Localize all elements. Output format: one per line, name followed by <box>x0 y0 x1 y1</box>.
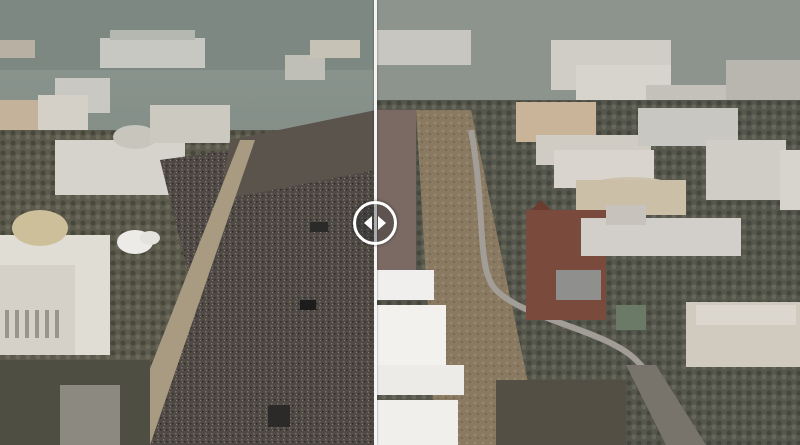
after-image <box>376 0 800 445</box>
comparison-slider[interactable] <box>0 0 800 445</box>
arrows-left-right-icon <box>364 216 386 230</box>
slider-handle[interactable] <box>353 201 397 245</box>
before-image <box>0 0 376 445</box>
crowded-mall-photo <box>0 0 376 445</box>
sparse-mall-photo <box>376 0 800 445</box>
